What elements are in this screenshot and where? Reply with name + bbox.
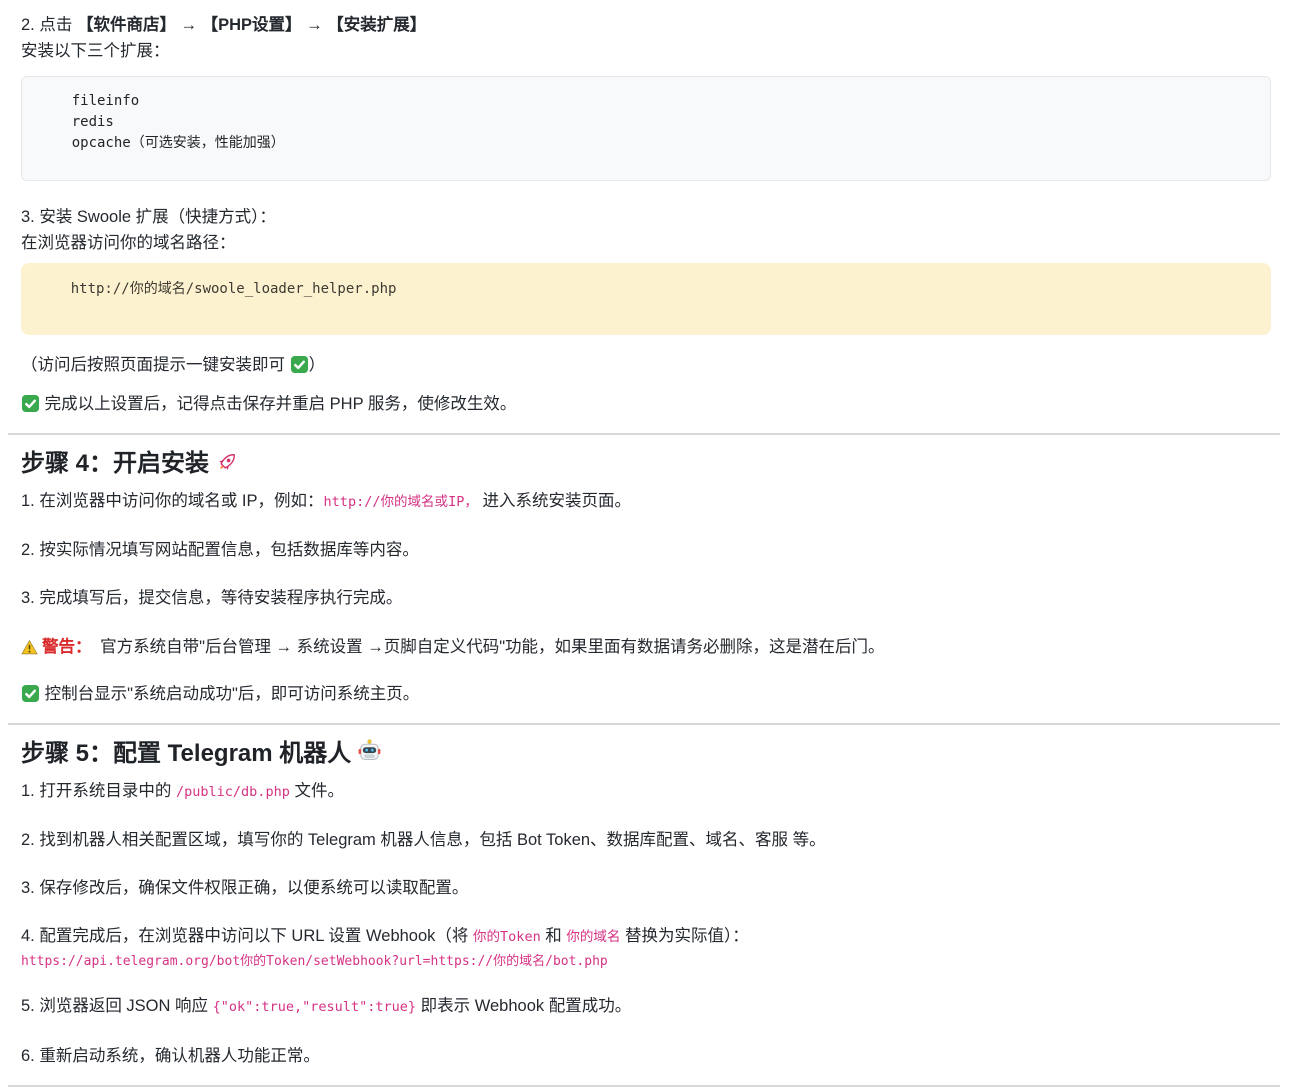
step5-item-1: 1. 打开系统目录中的 /public/db.php 文件。 bbox=[21, 778, 1271, 805]
check-icon bbox=[290, 355, 309, 374]
restart-php-text: 完成以上设置后，记得点击保存并重启 PHP 服务，使修改生效。 bbox=[45, 395, 517, 413]
text-run: 即表示 Webhook 配置成功。 bbox=[416, 997, 631, 1015]
rocket-icon bbox=[215, 450, 239, 474]
warning-paragraph: 警告： 官方系统自带"后台管理 → 系统设置 →页脚自定义代码"功能，如果里面有… bbox=[21, 634, 1271, 660]
robot-icon bbox=[357, 739, 382, 764]
webhook-instruction-line: 4. 配置完成后，在浏览器中访问以下 URL 设置 Webhook（将 你的To… bbox=[21, 923, 1271, 950]
check-icon bbox=[21, 394, 40, 413]
text-run: 1. 打开系统目录中的 bbox=[21, 782, 176, 800]
code-line: fileinfo bbox=[38, 91, 1254, 112]
step5-item-5: 5. 浏览器返回 JSON 响应 {"ok":true,"result":tru… bbox=[21, 993, 1271, 1020]
inline-code-json-response: {"ok":true,"result":true} bbox=[213, 999, 416, 1015]
click-path-line: 2. 点击 【软件商店】 → 【PHP设置】 → 【安装扩展】 bbox=[21, 12, 1271, 38]
section-divider bbox=[8, 723, 1280, 725]
warning-text: 官方系统自带"后台管理 → 系统设置 →页脚自定义代码"功能，如果里面有数据请务… bbox=[96, 638, 885, 656]
install-extensions-line: 安装以下三个扩展： bbox=[21, 38, 1271, 64]
markdown-document: 2. 点击 【软件商店】 → 【PHP设置】 → 【安装扩展】 安装以下三个扩展… bbox=[0, 0, 1293, 1092]
text-run: 4. 配置完成后，在浏览器中访问以下 URL 设置 Webhook（将 bbox=[21, 927, 473, 945]
inline-code-your-token: 你的Token bbox=[473, 929, 541, 945]
step5-heading-text: 步骤 5：配置 Telegram 机器人 bbox=[21, 740, 351, 767]
arrow-run: → bbox=[176, 16, 202, 34]
inline-code-domain-or-ip: http://你的域名或IP， bbox=[324, 494, 478, 510]
text-run: 和 bbox=[541, 927, 567, 945]
text-run: 文件。 bbox=[290, 782, 344, 800]
section-divider bbox=[8, 433, 1280, 435]
code-line: opcache（可选安装，性能加强） bbox=[38, 133, 1254, 154]
swoole-line: 3. 安装 Swoole 扩展（快捷方式）： bbox=[21, 204, 1271, 230]
step4-item-3: 3. 完成填写后，提交信息，等待安装程序执行完成。 bbox=[21, 585, 1271, 611]
hint-text: （访问后按照页面提示一键安装即可 bbox=[21, 356, 290, 374]
code-line: redis bbox=[38, 112, 1254, 133]
inline-code-your-domain: 你的域名 bbox=[566, 929, 620, 945]
extensions-code-block: fileinfo redis opcache（可选安装，性能加强） bbox=[21, 76, 1271, 181]
hint-paragraph: （访问后按照页面提示一键安装即可 ） bbox=[21, 352, 1271, 378]
console-success-text: 控制台显示"系统启动成功"后，即可访问系统主页。 bbox=[45, 685, 420, 703]
swoole-helper-url-block: http://你的域名/swoole_loader_helper.php bbox=[21, 263, 1271, 335]
console-success-paragraph: 控制台显示"系统启动成功"后，即可访问系统主页。 bbox=[21, 681, 1271, 707]
step5-item-2: 2. 找到机器人相关配置区域，填写你的 Telegram 机器人信息，包括 Bo… bbox=[21, 827, 1271, 853]
warning-icon bbox=[21, 639, 38, 656]
text-run: 2. 点击 bbox=[21, 16, 77, 34]
step3-click-path-paragraph: 2. 点击 【软件商店】 → 【PHP设置】 → 【安装扩展】 安装以下三个扩展… bbox=[21, 12, 1271, 64]
step5-item-3: 3. 保存修改后，确保文件权限正确，以便系统可以读取配置。 bbox=[21, 875, 1271, 901]
hint-suffix: ） bbox=[309, 356, 326, 374]
step4-heading-text: 步骤 4：开启安装 bbox=[21, 450, 209, 477]
arrow-run: → bbox=[302, 16, 328, 34]
warning-label: 警告： bbox=[42, 638, 92, 656]
step4-heading: 步骤 4：开启安装 bbox=[21, 449, 1271, 479]
bold-run-php-settings: 【PHP设置】 bbox=[202, 16, 302, 34]
step5-item-4: 4. 配置完成后，在浏览器中访问以下 URL 设置 Webhook（将 你的To… bbox=[21, 923, 1271, 974]
step5-heading: 步骤 5：配置 Telegram 机器人 bbox=[21, 739, 1271, 769]
text-run: 1. 在浏览器中访问你的域名或 IP，例如： bbox=[21, 492, 324, 510]
text-run: 替换为实际值）： bbox=[620, 927, 748, 945]
step4-item-2: 2. 按实际情况填写网站配置信息，包括数据库等内容。 bbox=[21, 537, 1271, 563]
bold-run-install-extensions: 【安装扩展】 bbox=[327, 16, 426, 34]
restart-php-paragraph: 完成以上设置后，记得点击保存并重启 PHP 服务，使修改生效。 bbox=[21, 391, 1271, 417]
check-icon bbox=[21, 684, 40, 703]
bold-run-software-store: 【软件商店】 bbox=[77, 16, 176, 34]
text-run: 5. 浏览器返回 JSON 响应 bbox=[21, 997, 213, 1015]
text-run: 进入系统安装页面。 bbox=[478, 492, 631, 510]
webhook-url: https://api.telegram.org/bot你的Token/setW… bbox=[21, 950, 1271, 974]
step4-item-1: 1. 在浏览器中访问你的域名或 IP，例如：http://你的域名或IP， 进入… bbox=[21, 488, 1271, 515]
inline-code-db-php: /public/db.php bbox=[176, 784, 290, 800]
step5-item-6: 6. 重新启动系统，确认机器人功能正常。 bbox=[21, 1043, 1271, 1069]
visit-domain-line: 在浏览器访问你的域名路径： bbox=[21, 230, 1271, 256]
swoole-paragraph: 3. 安装 Swoole 扩展（快捷方式）： 在浏览器访问你的域名路径： bbox=[21, 204, 1271, 256]
code-line: http://你的域名/swoole_loader_helper.php bbox=[37, 279, 1255, 300]
section-divider bbox=[8, 1085, 1280, 1087]
